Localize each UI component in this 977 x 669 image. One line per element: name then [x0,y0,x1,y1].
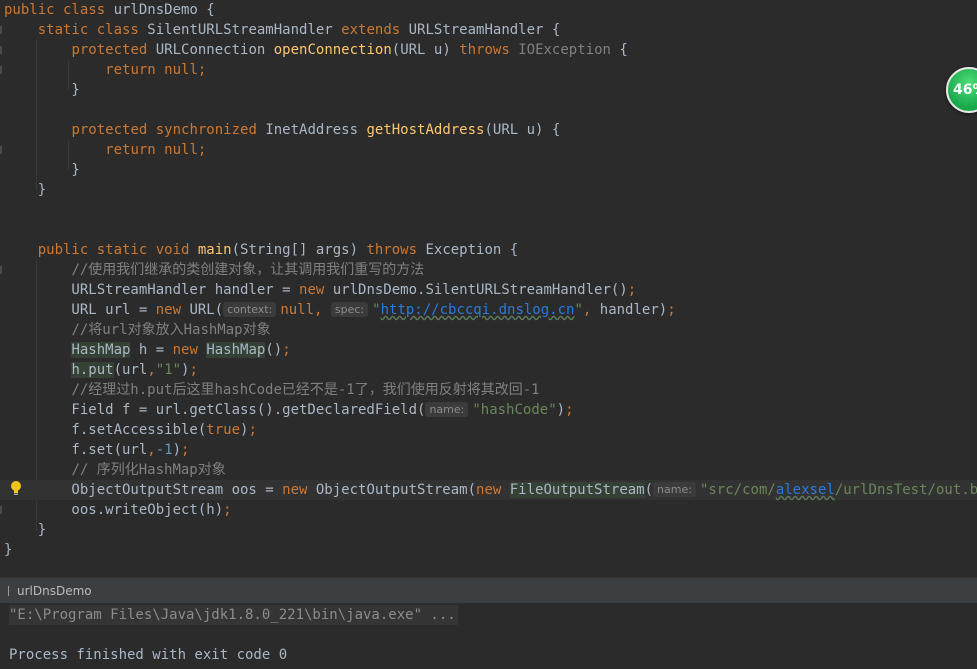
lightbulb-icon[interactable] [10,480,22,496]
console-exit-message: Process finished with exit code 0 [9,647,288,663]
console-command-line[interactable]: "E:\Program Files\Java\jdk1.8.0_221\bin\… [9,605,458,625]
run-config-icon [8,586,15,596]
code-line[interactable]: ObjectOutputStream oos = new ObjectOutpu… [0,480,977,500]
run-tab-label: urlDnsDemo [17,584,92,598]
code-line[interactable]: h.put(url,"1"); [0,360,977,380]
fold-marker[interactable] [0,266,2,274]
code-line[interactable]: URLStreamHandler handler = new urlDnsDem… [0,280,977,300]
run-tab[interactable]: urlDnsDemo [0,580,100,602]
code-line[interactable]: //使用我们继承的类创建对象，让其调用我们重写的方法 [0,260,977,280]
code-line[interactable]: } [0,520,977,540]
run-tab-bar: urlDnsDemo [0,577,977,604]
code-line[interactable]: Field f = url.getClass().getDeclaredFiel… [0,400,977,420]
code-line[interactable]: HashMap h = new HashMap(); [0,340,977,360]
code-line[interactable]: } [0,180,977,200]
code-line[interactable]: } [0,80,977,100]
code-line[interactable]: f.set(url,-1); [0,440,977,460]
fold-marker[interactable] [0,146,2,154]
fold-marker[interactable] [0,26,2,34]
console-output[interactable]: "E:\Program Files\Java\jdk1.8.0_221\bin\… [0,603,977,669]
code-line[interactable]: f.setAccessible(true); [0,420,977,440]
code-editor[interactable]: public class urlDnsDemo { static class S… [0,0,977,577]
code-line[interactable]: protected synchronized InetAddress getHo… [0,120,977,140]
code-line[interactable]: public class urlDnsDemo { [0,0,977,20]
code-line[interactable] [0,100,977,120]
code-line[interactable]: protected URLConnection openConnection(U… [0,40,977,60]
run-panel: urlDnsDemo "E:\Program Files\Java\jdk1.8… [0,577,977,669]
fold-marker[interactable] [0,506,2,514]
progress-badge-text: 46% [953,82,977,98]
code-line[interactable]: oos.writeObject(h); [0,500,977,520]
code-line[interactable]: } [0,540,977,560]
code-line[interactable] [0,200,977,220]
code-line[interactable]: //经理过h.put后这里hashCode已经不是-1了，我们使用反射将其改回-… [0,380,977,400]
code-line[interactable]: return null; [0,140,977,160]
code-line[interactable]: URL url = new URL(context: null, spec: "ht… [0,300,977,320]
fold-marker[interactable] [0,66,2,74]
fold-marker[interactable] [0,46,2,54]
code-line[interactable]: } [0,160,977,180]
code-line[interactable]: return null; [0,60,977,80]
code-line[interactable]: static class SilentURLStreamHandler exte… [0,20,977,40]
code-line[interactable]: //将url对象放入HashMap对象 [0,320,977,340]
code-line[interactable]: // 序列化HashMap对象 [0,460,977,480]
code-line[interactable]: public static void main(String[] args) t… [0,240,977,260]
code-line[interactable] [0,220,977,240]
